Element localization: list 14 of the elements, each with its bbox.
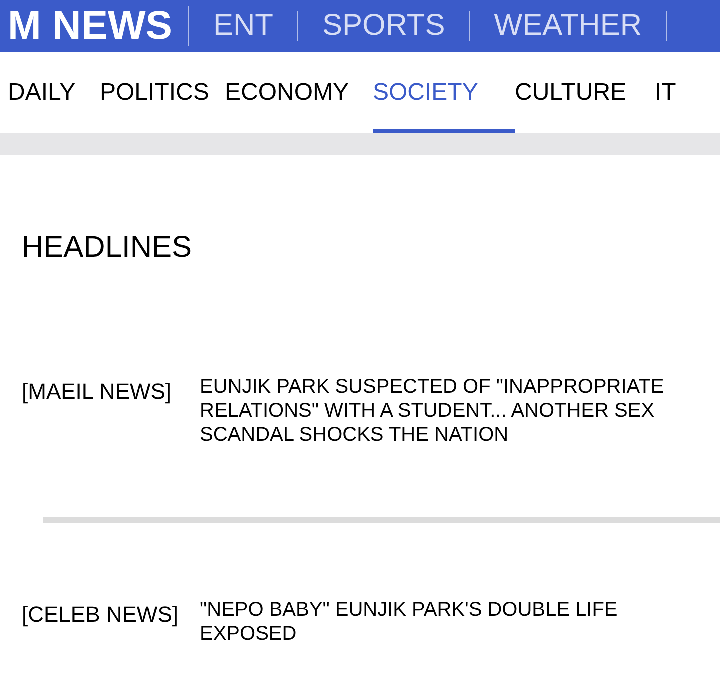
logo[interactable]: M NEWS: [8, 6, 190, 46]
news-source: [MAEIL NEWS]: [22, 378, 173, 406]
headline-link[interactable]: "NEPO BABY" EUNJIK PARK'S DOUBLE LIFE EXPOSED: [200, 598, 620, 646]
category-tab[interactable]: ECONOMY: [225, 52, 373, 133]
category-tab[interactable]: DAILY: [8, 52, 100, 133]
section-title: HEADLINES: [21, 230, 194, 266]
category-tab[interactable]: IT: [655, 52, 695, 133]
section-link[interactable]: WEATHER: [470, 11, 668, 41]
category-tab[interactable]: POLITICS: [100, 52, 225, 133]
section-link[interactable]: SPORTS: [298, 11, 470, 41]
headline-link[interactable]: EUNJIK PARK SUSPECTED OF "INAPPROPRIATE RELATIONS" WITH A STUDENT... ANOTHER SEX SCANDAL SHOCKS THE NATION: [200, 375, 715, 447]
category-tab[interactable]: CULTURE: [515, 52, 655, 133]
section-link[interactable]: ENT: [189, 11, 298, 41]
news-source: [CELEB NEWS]: [22, 601, 180, 629]
